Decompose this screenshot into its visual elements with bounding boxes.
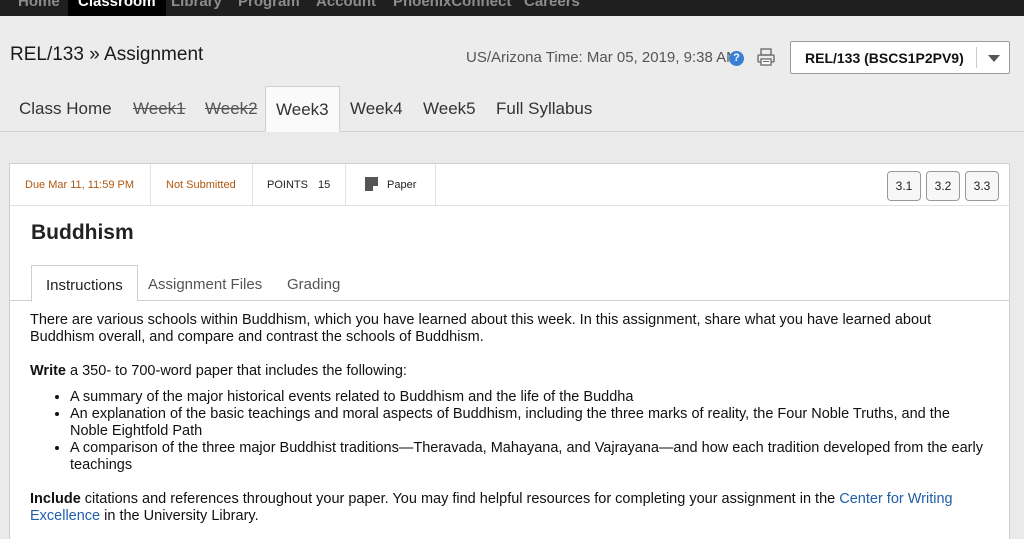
- course-select[interactable]: REL/133 (BSCS1P2PV9): [790, 41, 1010, 74]
- nav-phoenixconnect[interactable]: PhoenixConnect: [393, 0, 511, 16]
- page-header: REL/133 » Assignment US/Arizona Time: Ma…: [0, 16, 1024, 86]
- course-select-value: REL/133 (BSCS1P2PV9): [805, 50, 964, 66]
- due-date-cell: Due Mar 11, 11:59 PM: [10, 164, 151, 206]
- status-badge: Not Submitted: [166, 179, 236, 191]
- nav-program[interactable]: Program: [238, 0, 300, 16]
- week-tabs: Class Home Week1 Week2 Week3 Week4 Week5…: [0, 86, 1024, 132]
- write-text: a 350- to 700-word paper that includes t…: [66, 363, 407, 379]
- intro-paragraph: There are various schools within Buddhis…: [30, 312, 932, 345]
- points-label: POINTS: [267, 179, 308, 191]
- tab-class-home[interactable]: Class Home: [19, 99, 112, 119]
- tab-full-syllabus[interactable]: Full Syllabus: [496, 99, 592, 119]
- objective-3-1-button[interactable]: 3.1: [887, 171, 921, 201]
- due-date: Due Mar 11, 11:59 PM: [25, 179, 135, 191]
- top-navigation: Home Classroom Library Program Account P…: [0, 0, 1024, 16]
- assignment-meta-bar: Due Mar 11, 11:59 PM Not Submitted POINT…: [10, 164, 1009, 206]
- assignment-title: Buddhism: [31, 221, 134, 244]
- tab-week2[interactable]: Week2: [205, 99, 258, 119]
- objective-3-2-button[interactable]: 3.2: [926, 171, 960, 201]
- assignment-card: Due Mar 11, 11:59 PM Not Submitted POINT…: [9, 163, 1010, 539]
- list-item: A comparison of the three major Buddhist…: [70, 440, 990, 474]
- select-divider: [976, 47, 977, 68]
- tab-grading[interactable]: Grading: [287, 276, 340, 293]
- objective-3-3-button[interactable]: 3.3: [965, 171, 999, 201]
- include-bold: Include: [30, 491, 81, 507]
- assignment-type: Paper: [387, 179, 417, 191]
- include-text: citations and references throughout your…: [80, 491, 840, 507]
- write-bold: Write: [30, 363, 66, 379]
- tab-week5[interactable]: Week5: [423, 99, 476, 119]
- points-value: 15: [318, 179, 331, 191]
- nav-careers[interactable]: Careers: [524, 0, 580, 16]
- list-item: A summary of the major historical events…: [70, 389, 990, 406]
- nav-library[interactable]: Library: [171, 0, 222, 16]
- instructions-content: There are various schools within Buddhis…: [30, 312, 990, 539]
- tab-week4[interactable]: Week4: [350, 99, 403, 119]
- list-item: An explanation of the basic teachings an…: [70, 406, 990, 440]
- chevron-down-icon: [988, 55, 1000, 62]
- points-cell: POINTS 15: [253, 164, 346, 206]
- local-time: US/Arizona Time: Mar 05, 2019, 9:38 AM: [466, 49, 739, 66]
- tab-assignment-files[interactable]: Assignment Files: [148, 276, 262, 293]
- tab-instructions[interactable]: Instructions: [31, 265, 138, 302]
- include-end-text: in the University Library.: [100, 508, 259, 524]
- print-icon[interactable]: [757, 48, 775, 66]
- status-cell: Not Submitted: [151, 164, 253, 206]
- help-icon[interactable]: ?: [729, 51, 744, 66]
- nav-classroom[interactable]: Classroom: [68, 0, 166, 16]
- requirements-list: A summary of the major historical events…: [70, 389, 990, 474]
- tab-week1[interactable]: Week1: [133, 99, 186, 119]
- breadcrumb: REL/133 » Assignment: [10, 44, 204, 65]
- paper-icon: [365, 177, 378, 191]
- nav-account[interactable]: Account: [316, 0, 376, 16]
- type-cell: Paper: [346, 164, 436, 206]
- include-paragraph: Include citations and references through…: [30, 491, 990, 525]
- tab-week3[interactable]: Week3: [265, 86, 340, 132]
- nav-home[interactable]: Home: [18, 0, 60, 16]
- write-paragraph: Write a 350- to 700-word paper that incl…: [30, 363, 990, 380]
- assignment-subtabs: Instructions Assignment Files Grading: [10, 265, 1009, 302]
